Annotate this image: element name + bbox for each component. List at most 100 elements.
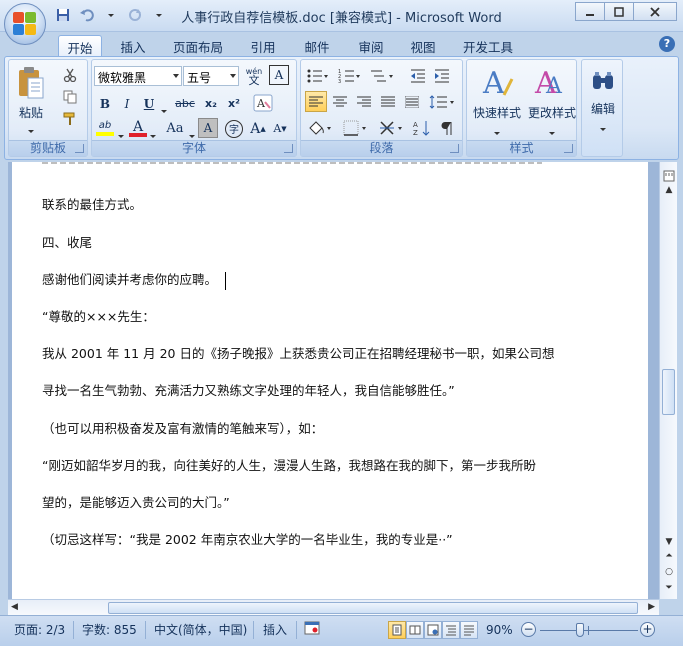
font-size-combo[interactable]: 五号 (183, 66, 239, 86)
zoom-out-button[interactable]: − (521, 622, 536, 637)
ruler-toggle-button[interactable] (663, 170, 675, 182)
superscript-button[interactable]: x² (223, 93, 245, 114)
paste-button[interactable] (13, 63, 49, 103)
align-left-button[interactable] (305, 91, 327, 112)
line-spacing-button[interactable] (427, 91, 457, 112)
tab-insert[interactable]: 插入 (112, 35, 154, 56)
tab-review[interactable]: 审阅 (350, 35, 392, 56)
justify-button[interactable] (377, 91, 399, 112)
status-language[interactable]: 中文(简体，中国) (154, 621, 247, 639)
close-button[interactable] (633, 2, 677, 21)
bold-button[interactable]: B (94, 93, 116, 114)
full-screen-reading-view-button[interactable] (406, 621, 424, 639)
distributed-button[interactable] (401, 91, 423, 112)
vertical-scrollbar[interactable]: ▲ ▼ ⏶ ○ ⏷ (659, 162, 677, 599)
minimize-button[interactable] (575, 2, 605, 21)
outline-view-button[interactable] (442, 621, 460, 639)
tab-page-layout[interactable]: 页面布局 (166, 35, 230, 56)
horizontal-scrollbar[interactable]: ◀ ▶ (8, 599, 659, 615)
chinese-layout-button[interactable] (377, 117, 407, 138)
zoom-slider-track[interactable] (540, 630, 638, 631)
highlight-dropdown[interactable] (118, 127, 124, 141)
align-right-button[interactable] (353, 91, 375, 112)
underline-button[interactable]: U (138, 93, 160, 114)
shrink-font-button[interactable]: A ▼ (269, 118, 291, 139)
change-case-button[interactable]: Aa (162, 118, 188, 139)
font-color-button[interactable]: A (128, 118, 148, 139)
status-word-count[interactable]: 字数: 855 (82, 621, 137, 639)
scroll-up-button[interactable]: ▲ (663, 184, 675, 196)
status-insert-mode[interactable]: 插入 (263, 621, 287, 639)
bullets-button[interactable] (303, 65, 331, 86)
font-name-combo[interactable]: 微软雅黑 (94, 66, 182, 86)
grow-font-button[interactable]: A ▲ (247, 118, 269, 139)
decrease-indent-button[interactable] (407, 65, 429, 86)
paste-dropdown[interactable] (28, 122, 34, 136)
tab-home[interactable]: 开始 (58, 35, 102, 56)
show-marks-button[interactable] (435, 117, 457, 138)
vertical-scroll-thumb[interactable] (662, 369, 675, 415)
styles-dialog-launcher[interactable] (564, 144, 573, 153)
zoom-slider-thumb[interactable] (576, 623, 584, 637)
multilevel-list-button[interactable] (367, 65, 397, 86)
quick-styles-dropdown[interactable] (494, 124, 500, 138)
paragraph-dialog-launcher[interactable] (450, 144, 459, 153)
enclose-characters-button[interactable]: 字 (223, 118, 245, 139)
font-color-dropdown[interactable] (150, 127, 156, 141)
change-styles-dropdown[interactable] (549, 124, 555, 138)
zoom-in-button[interactable]: + (640, 622, 655, 637)
scroll-left-button[interactable]: ◀ (11, 602, 18, 612)
scroll-down-button[interactable]: ▼ (663, 536, 675, 548)
italic-button[interactable]: I (116, 93, 138, 114)
previous-page-button[interactable]: ⏶ (663, 550, 675, 562)
office-button[interactable] (4, 3, 46, 45)
underline-dropdown[interactable] (161, 102, 167, 116)
sort-button[interactable]: AZ (411, 117, 433, 138)
tab-view[interactable]: 视图 (402, 35, 444, 56)
tab-mailings[interactable]: 邮件 (296, 35, 338, 56)
macro-record-button[interactable] (304, 621, 320, 639)
print-layout-view-button[interactable] (388, 621, 406, 639)
change-case-dropdown[interactable] (189, 127, 195, 141)
status-page[interactable]: 页面: 2/3 (14, 621, 65, 639)
character-border-button[interactable]: A (269, 65, 289, 85)
increase-indent-button[interactable] (431, 65, 453, 86)
minimize-icon (586, 13, 594, 16)
maximize-button[interactable] (604, 2, 634, 21)
numbered-list-icon: 123 (338, 69, 360, 84)
document-page[interactable]: 联系的最佳方式。 四、收尾 感谢他们阅读并考虑你的应聘。 “尊敬的×××先生： … (12, 162, 648, 599)
phonetic-guide-button[interactable]: wén 文 (242, 65, 266, 86)
scroll-right-button[interactable]: ▶ (648, 602, 655, 612)
format-painter-button[interactable] (59, 108, 81, 129)
font-dialog-launcher[interactable] (284, 144, 293, 153)
ribbon: 粘贴 剪贴板 微软雅黑 五号 wén 文 A B I U abc x₂ x² A… (4, 56, 679, 160)
help-button[interactable]: ? (659, 36, 675, 52)
change-styles-button[interactable]: AA (525, 62, 577, 102)
quick-styles-button[interactable]: A (471, 62, 523, 102)
highlight-label: ab (98, 120, 112, 131)
shading-button[interactable] (305, 117, 335, 138)
tab-references[interactable]: 引用 (242, 35, 284, 56)
highlight-button[interactable]: ab (94, 118, 116, 139)
clear-formatting-button[interactable]: A (252, 92, 274, 113)
select-browse-object-button[interactable]: ○ (663, 566, 675, 578)
subscript-button[interactable]: x₂ (200, 93, 222, 114)
copy-button[interactable] (59, 86, 81, 107)
web-layout-view-button[interactable] (424, 621, 442, 639)
editing-dropdown[interactable] (600, 120, 606, 134)
horizontal-scroll-thumb[interactable] (108, 602, 638, 614)
cut-button[interactable] (59, 64, 81, 85)
clipboard-dialog-launcher[interactable] (75, 144, 84, 153)
binoculars-icon (593, 72, 613, 89)
tab-developer[interactable]: 开发工具 (456, 35, 520, 56)
editing-button[interactable] (586, 64, 620, 98)
numbering-button[interactable]: 123 (335, 65, 363, 86)
page-gutter (8, 162, 10, 599)
zoom-level[interactable]: 90% (486, 621, 513, 639)
align-center-button[interactable] (329, 91, 351, 112)
strikethrough-button[interactable]: abc (171, 93, 199, 114)
borders-button[interactable] (341, 117, 371, 138)
next-page-button[interactable]: ⏷ (663, 582, 675, 594)
character-shading-button[interactable]: A (198, 118, 218, 138)
draft-view-button[interactable] (460, 621, 478, 639)
